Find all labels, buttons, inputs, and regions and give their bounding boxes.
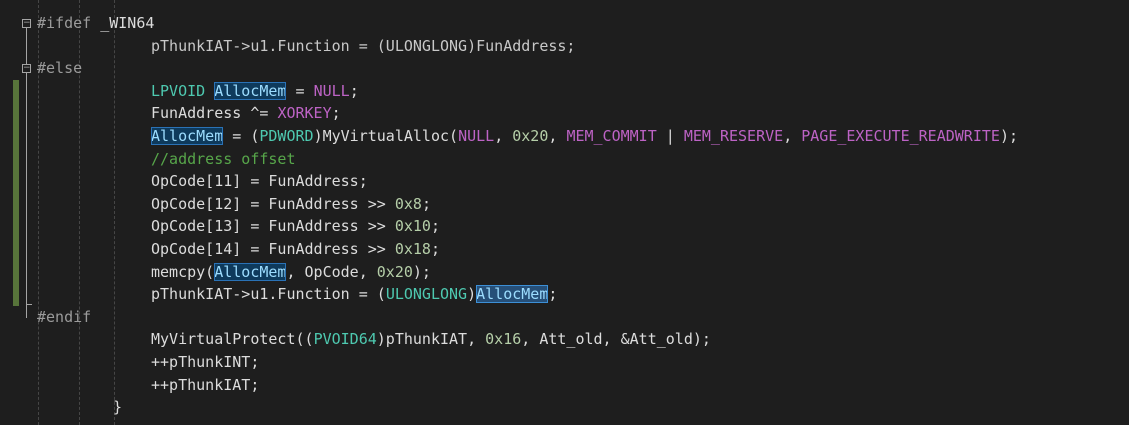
code-token: ; [421, 194, 431, 213]
code-line[interactable]: pThunkIAT->u1.Function = (ULONGLONG)FunA… [151, 35, 575, 58]
code-line[interactable]: OpCode[11] = FunAddress; [151, 170, 368, 193]
code-token: MyVirtualProtect(( [151, 330, 314, 349]
code-editor[interactable]: − − #ifdef _WIN64 pThunkIAT->u1.Function = … [0, 0, 1129, 425]
code-token: #ifdef [37, 14, 101, 32]
code-line[interactable]: #ifdef _WIN64 [37, 12, 154, 35]
highlighted-symbol: AllocMem [214, 262, 287, 281]
code-token: #else [37, 59, 83, 78]
change-indicator [13, 147, 19, 171]
fold-region-end [26, 303, 32, 305]
code-line[interactable]: memcpy(AllocMem, OpCode, 0x20); [151, 261, 431, 284]
code-token: OpCode[13] = FunAddress >> [151, 217, 395, 236]
code-token: } [113, 398, 123, 417]
code-token: pThunkIAT->u1.Function = ( [151, 285, 386, 304]
code-line[interactable]: AllocMem = (PDWORD)MyVirtualAlloc(NULL, … [151, 125, 1018, 148]
change-indicator [13, 215, 19, 238]
code-line[interactable]: ++pThunkIAT; [151, 374, 259, 397]
code-token: OpCode[12] = FunAddress >> [151, 194, 395, 213]
code-token: 0x18 [394, 240, 431, 258]
code-token: MEM_COMMIT [566, 127, 657, 145]
code-token: 0x10 [394, 217, 431, 236]
code-token: ++pThunkIAT; [151, 375, 260, 394]
code-token: NULL [313, 81, 350, 100]
code-token: NULL [458, 127, 495, 145]
code-token: ; [430, 240, 440, 258]
code-line[interactable]: LPVOID AllocMem = NULL; [151, 80, 359, 103]
code-token: memcpy( [151, 262, 215, 281]
code-token: 0x20 [376, 262, 413, 281]
highlighted-symbol: AllocMem [214, 81, 287, 100]
code-token: OpCode[11] = FunAddress; [151, 172, 368, 191]
collapse-icon[interactable]: − [22, 64, 31, 74]
collapse-icon[interactable]: − [22, 19, 31, 28]
code-token: 0x8 [394, 194, 422, 213]
code-token: PDWORD [259, 127, 314, 145]
code-token: ); [999, 127, 1018, 145]
code-token: FunAddress ^= [151, 104, 278, 123]
code-token: #endif [37, 307, 92, 326]
code-line[interactable]: //address offset [151, 148, 296, 171]
highlighted-symbol: AllocMem [151, 127, 224, 145]
code-token: _WIN64 [100, 14, 155, 32]
code-token: pThunkIAT->u1.Function = (ULONGLONG)FunA… [151, 36, 576, 55]
code-token: | [656, 127, 684, 145]
change-indicator [13, 125, 19, 148]
code-line[interactable]: OpCode[13] = FunAddress >> 0x10; [151, 215, 440, 238]
code-token: 0x16 [485, 330, 522, 349]
change-indicator [13, 102, 19, 125]
change-indicator [13, 283, 19, 306]
code-token: //address offset [151, 149, 296, 168]
code-token: ; [548, 285, 558, 304]
code-token: ULONGLONG [385, 285, 468, 304]
change-indicator [13, 79, 19, 103]
highlighted-symbol: AllocMem [476, 285, 549, 304]
change-indicator [13, 238, 19, 261]
code-token: OpCode[14] = FunAddress >> [151, 240, 395, 258]
code-token: , [548, 127, 567, 145]
code-token: ; [331, 104, 341, 123]
code-line[interactable]: pThunkIAT->u1.Function = (ULONGLONG)Allo… [151, 283, 557, 306]
code-token: , Att_old, &Att_old); [521, 330, 711, 349]
code-token: )MyVirtualAlloc( [313, 127, 459, 145]
code-token: LPVOID [151, 81, 215, 100]
change-indicator [13, 192, 19, 216]
code-token: ) [467, 285, 477, 304]
code-token: ); [412, 262, 431, 281]
code-line[interactable]: FunAddress ^= XORKEY; [151, 102, 341, 125]
code-line[interactable]: } [113, 396, 122, 419]
code-line[interactable]: OpCode[14] = FunAddress >> 0x18; [151, 238, 440, 261]
indent-guide [114, 0, 115, 425]
code-line[interactable]: #endif [37, 306, 91, 329]
code-line[interactable]: OpCode[12] = FunAddress >> 0x8; [151, 193, 431, 216]
code-token: , [783, 127, 802, 145]
code-token: , OpCode, [286, 262, 377, 281]
change-indicator [13, 170, 19, 193]
code-token: )pThunkIAT, [376, 330, 486, 349]
code-token: ; [430, 217, 440, 236]
code-token: , [494, 127, 513, 145]
code-line[interactable]: #else [37, 57, 82, 80]
code-token: PAGE_EXECUTE_READWRITE [801, 127, 1000, 145]
code-token: 0x20 [512, 127, 549, 145]
code-token: ++pThunkINT; [151, 353, 260, 371]
code-token: MEM_RESERVE [683, 127, 784, 145]
code-token: PVOID64 [313, 330, 377, 349]
code-token: XORKEY [277, 104, 332, 123]
code-line[interactable]: MyVirtualProtect((PVOID64)pThunkIAT, 0x1… [151, 328, 711, 351]
code-token: = [286, 81, 314, 100]
change-indicator [13, 260, 19, 284]
code-token: ; [349, 81, 359, 100]
code-token: = ( [223, 127, 260, 145]
code-line[interactable]: ++pThunkINT; [151, 351, 259, 374]
